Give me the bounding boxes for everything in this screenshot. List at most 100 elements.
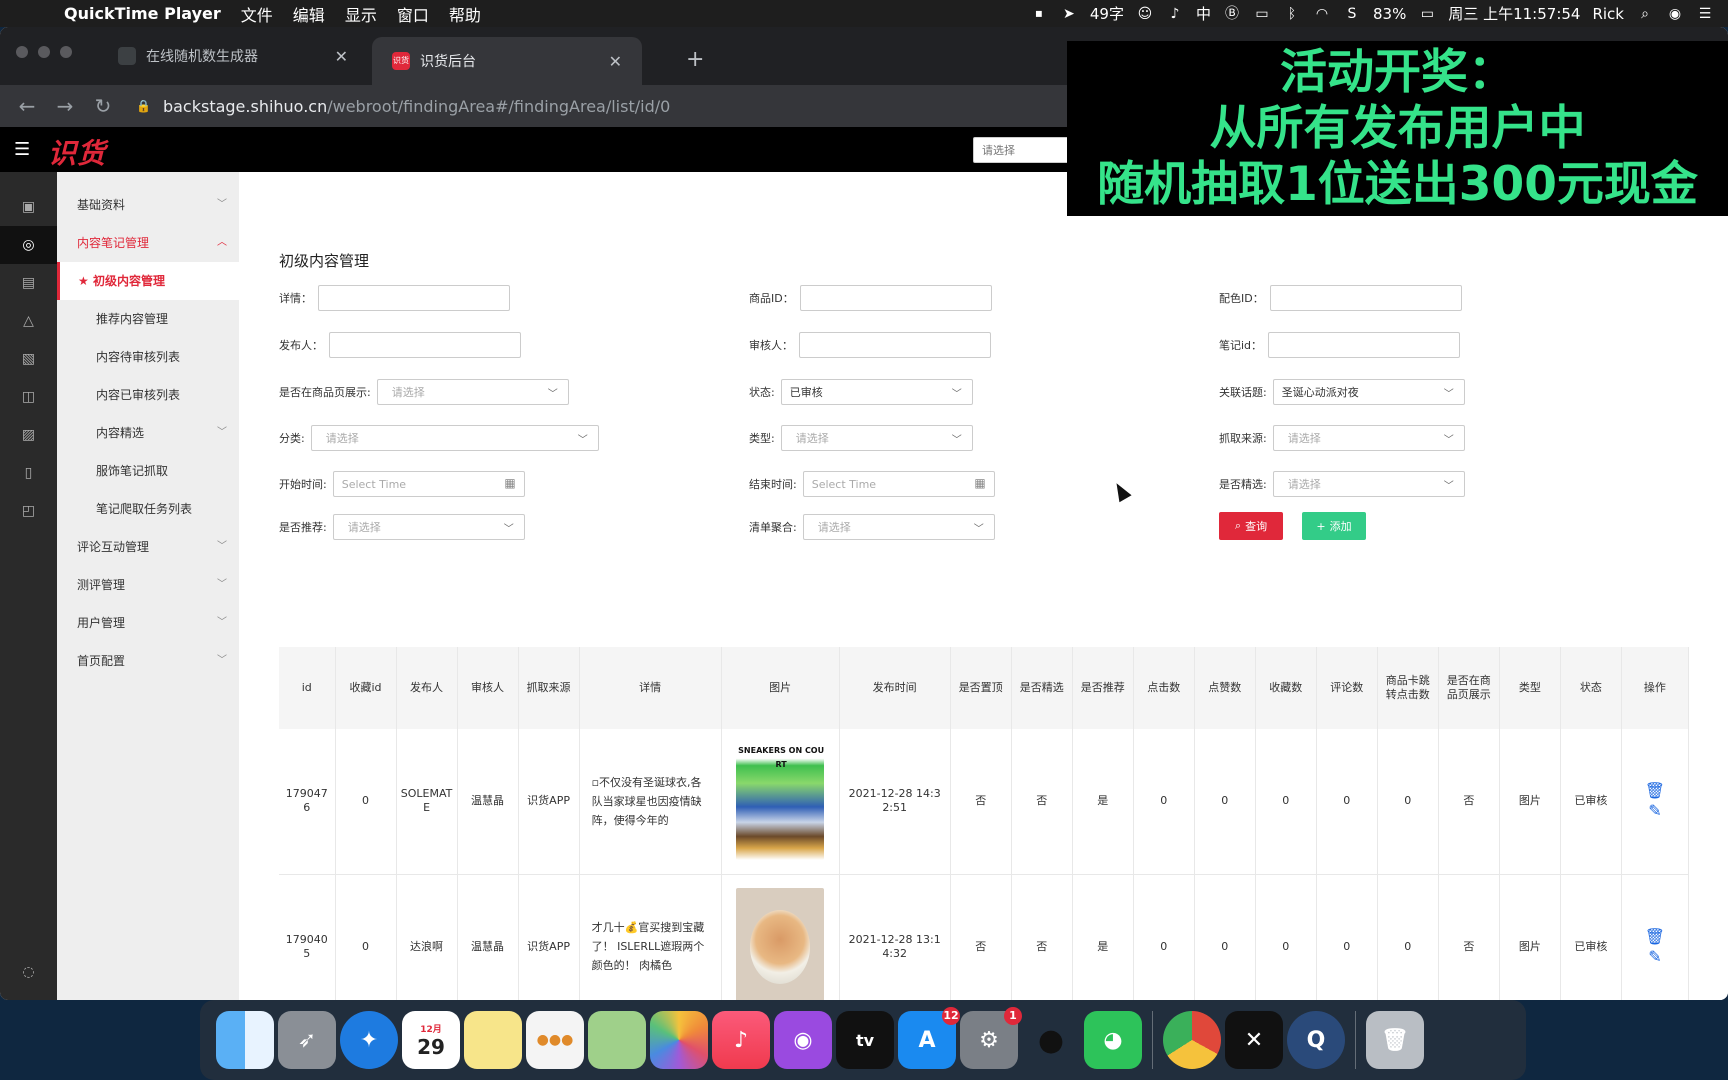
control-center-icon[interactable]: ☰: [1696, 6, 1714, 22]
close-window-button[interactable]: [16, 46, 28, 58]
featured-select[interactable]: 请选择 ﹀: [1272, 471, 1465, 497]
location-icon[interactable]: ➤: [1060, 6, 1078, 22]
list-icon[interactable]: ▤: [0, 264, 57, 302]
trash-icon[interactable]: 🗑: [1366, 1011, 1424, 1069]
system-preferences-icon[interactable]: ⚙ 1: [960, 1007, 1022, 1069]
calendar-icon[interactable]: 12月 29: [402, 1011, 460, 1069]
safari-icon[interactable]: ✦: [340, 1011, 398, 1069]
reviewer-input[interactable]: [799, 332, 991, 358]
reminders-icon[interactable]: ●●●: [526, 1011, 584, 1069]
bluetooth-icon[interactable]: ᛒ: [1283, 6, 1301, 22]
menu-window[interactable]: 窗口: [397, 2, 429, 26]
sidebar-item-basic-data[interactable]: 基础资料 ﹀: [57, 186, 239, 224]
sidebar-item-featured[interactable]: 内容精选 ﹀: [57, 414, 239, 452]
bag-icon[interactable]: ◰: [0, 492, 57, 530]
tab-shihuo-backstage[interactable]: 识货 识货后台 ✕: [372, 37, 642, 85]
emoji-icon[interactable]: ☺: [1136, 6, 1154, 22]
qq-icon[interactable]: ●: [1022, 1011, 1080, 1069]
notes-icon[interactable]: [464, 1011, 522, 1069]
battery-icon[interactable]: ▭: [1418, 6, 1436, 22]
menu-edit[interactable]: 编辑: [293, 2, 325, 26]
minimize-window-button[interactable]: [38, 46, 50, 58]
color-id-input[interactable]: [1269, 285, 1462, 311]
tab-random-generator[interactable]: 在线随机数生成器 ✕: [98, 37, 368, 75]
user-name[interactable]: Rick: [1592, 5, 1624, 23]
sidebar-item-homepage[interactable]: 首页配置 ﹀: [57, 642, 239, 680]
back-arrow-icon[interactable]: ←: [8, 94, 46, 118]
phone-icon[interactable]: ▯: [0, 454, 57, 492]
source-select[interactable]: 请选择 ﹀: [1272, 425, 1465, 451]
input-method-indicator[interactable]: 中: [1196, 3, 1211, 24]
sidebar-item-reviews[interactable]: 测评管理 ﹀: [57, 566, 239, 604]
post-thumbnail[interactable]: [736, 887, 825, 1000]
menu-file[interactable]: 文件: [241, 2, 273, 26]
status-select[interactable]: 已审核 ﹀: [780, 379, 973, 405]
clock[interactable]: 周三 上午11:57:54: [1448, 3, 1580, 24]
finder-icon[interactable]: [216, 1011, 274, 1069]
menu-toggle-icon[interactable]: ☰: [14, 139, 30, 160]
app-store-icon[interactable]: A 12: [898, 1007, 960, 1069]
maps-icon[interactable]: [588, 1011, 646, 1069]
sidebar-item-users[interactable]: 用户管理 ﹀: [57, 604, 239, 642]
sidebar-item-reviewed[interactable]: 内容已审核列表: [57, 376, 239, 414]
battery-percent[interactable]: 83%: [1373, 5, 1406, 23]
record-stop-icon[interactable]: ⏹: [1030, 6, 1048, 22]
word-count-status[interactable]: 49字: [1090, 3, 1124, 24]
type-select[interactable]: 请选择 ﹀: [780, 425, 973, 451]
publisher-input[interactable]: [329, 332, 521, 358]
edit-icon[interactable]: ✎: [1648, 948, 1661, 964]
sidebar-item-pending-review[interactable]: 内容待审核列表: [57, 338, 239, 376]
url-field[interactable]: 🔒 backstage.shihuo.cn/webroot/findingAre…: [136, 97, 670, 116]
siri-icon[interactable]: ◉: [1666, 6, 1684, 22]
trash-icon[interactable]: 🗑: [1645, 928, 1665, 944]
chrome-icon[interactable]: [1163, 1011, 1221, 1069]
reload-icon[interactable]: ↻: [84, 94, 122, 118]
category-select[interactable]: 请选择 ﹀: [310, 425, 599, 451]
post-thumbnail[interactable]: SNEAKERS ON COURT: [736, 742, 825, 861]
end-time-picker[interactable]: Select Time ▦: [802, 471, 995, 497]
close-tab-icon[interactable]: ✕: [609, 52, 622, 71]
sidebar-item-recommended-content[interactable]: 推荐内容管理: [57, 300, 239, 338]
photos-icon[interactable]: [650, 1011, 708, 1069]
detail-input[interactable]: [318, 285, 510, 311]
sidebar-item-apparel-crawl[interactable]: 服饰笔记抓取: [57, 452, 239, 490]
user-card-icon[interactable]: ▨: [0, 416, 57, 454]
edit-icon[interactable]: ✎: [1648, 803, 1661, 819]
sidebar-item-basic-content[interactable]: ★ 初级内容管理: [57, 262, 239, 300]
warning-icon[interactable]: △: [0, 302, 57, 340]
capcut-icon[interactable]: ✕: [1225, 1011, 1283, 1069]
product-id-input[interactable]: [799, 285, 992, 311]
menu-view[interactable]: 显示: [345, 2, 377, 26]
launchpad-icon[interactable]: ➶: [278, 1011, 336, 1069]
s-app-icon[interactable]: S: [1343, 6, 1361, 22]
app-name-menu[interactable]: QuickTime Player: [64, 4, 221, 23]
music-icon[interactable]: ♪: [712, 1011, 770, 1069]
help-circle-icon[interactable]: ◌: [0, 953, 57, 991]
sidebar-item-content-notes[interactable]: 内容笔记管理 ︿: [57, 224, 239, 262]
add-button[interactable]: + 添加: [1302, 512, 1366, 540]
wallet-icon[interactable]: ▣: [0, 188, 57, 226]
image-icon[interactable]: ▧: [0, 340, 57, 378]
query-button[interactable]: ⌕ 查询: [1219, 512, 1283, 540]
topic-select[interactable]: 圣诞心动派对夜 ﹀: [1272, 379, 1465, 405]
apple-tv-icon[interactable]: tv: [836, 1011, 894, 1069]
airplay-icon[interactable]: ▭: [1253, 6, 1271, 22]
start-time-picker[interactable]: Select Time ▦: [332, 471, 525, 497]
show-on-product-select[interactable]: 请选择 ﹀: [376, 379, 569, 405]
trash-icon[interactable]: 🗑: [1645, 783, 1665, 799]
lock-icon[interactable]: 🔒: [136, 99, 151, 113]
quicktime-icon[interactable]: Q: [1287, 1011, 1345, 1069]
new-tab-icon[interactable]: +: [686, 47, 704, 72]
sidebar-item-comments[interactable]: 评论互动管理 ﹀: [57, 528, 239, 566]
spotlight-search-icon[interactable]: ⌕: [1636, 6, 1654, 22]
b-app-icon[interactable]: Ⓑ: [1223, 6, 1241, 22]
sidebar-item-crawl-tasks[interactable]: 笔记爬取任务列表: [57, 490, 239, 528]
wifi-icon[interactable]: ◠: [1313, 6, 1331, 22]
planet-icon[interactable]: ◎: [0, 226, 57, 264]
recommended-select[interactable]: 请选择 ﹀: [332, 514, 525, 540]
forward-arrow-icon[interactable]: →: [46, 94, 84, 118]
menu-help[interactable]: 帮助: [449, 2, 481, 26]
list-aggregation-select[interactable]: 请选择 ﹀: [802, 514, 995, 540]
wechat-icon[interactable]: ◕: [1084, 1011, 1142, 1069]
cup-icon[interactable]: ◫: [0, 378, 57, 416]
